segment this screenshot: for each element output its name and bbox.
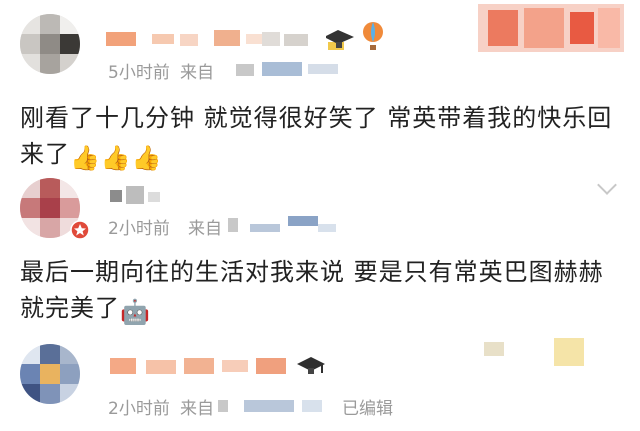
comment-source-label: 来自: [188, 219, 222, 239]
graduation-cap-icon: [324, 26, 356, 52]
ad-banner-redacted[interactable]: [478, 4, 624, 52]
comment-text-line: 就完美了🤖: [20, 290, 630, 330]
robot-face-icon: 🤖: [120, 298, 151, 326]
graduation-cap-icon: [296, 354, 326, 380]
comment-time: 2小时前: [108, 219, 170, 239]
edited-label: 已编辑: [342, 399, 393, 419]
hot-air-balloon-icon: [361, 22, 385, 52]
source-redacted[interactable]: [236, 60, 346, 78]
avatar[interactable]: [20, 344, 80, 404]
source-redacted[interactable]: [228, 214, 338, 236]
comment-text-line: 刚看了十几分钟 就觉得很好笑了 常英带着我的快乐回: [20, 104, 613, 132]
ad-redacted[interactable]: [484, 338, 594, 368]
comment-source-label: 来自: [180, 399, 214, 419]
comment-text-tail: 来了: [20, 140, 70, 168]
comment-time: 2小时前: [108, 399, 170, 419]
username-redacted-2: [262, 30, 322, 48]
comment-text: 刚看了十几分钟 就觉得很好笑了 常英带着我的快乐回 来了👍👍👍: [20, 100, 630, 176]
thumbs-up-icon: 👍: [131, 144, 163, 172]
chevron-down-icon[interactable]: [597, 175, 617, 195]
comment-time: 5小时前: [108, 63, 170, 83]
red-star-badge-icon: [70, 220, 90, 240]
thumbs-up-icon: 👍: [100, 144, 132, 172]
username-redacted[interactable]: [106, 30, 266, 48]
comment-text-line: 最后一期向往的生活对我来说 要是只有常英巴图赫赫: [20, 258, 604, 286]
comment-text-line: 来了👍👍👍: [20, 136, 630, 176]
username-redacted[interactable]: [110, 186, 170, 206]
avatar[interactable]: [20, 14, 80, 74]
thumbs-up-icon: 👍: [70, 144, 101, 172]
source-redacted[interactable]: [218, 396, 328, 414]
comment-text-tail: 就完美了: [20, 294, 120, 322]
comment-text: 最后一期向往的生活对我来说 要是只有常英巴图赫赫 就完美了🤖: [20, 254, 630, 330]
username-redacted[interactable]: [110, 356, 290, 378]
comment-source-label: 来自: [180, 63, 214, 83]
